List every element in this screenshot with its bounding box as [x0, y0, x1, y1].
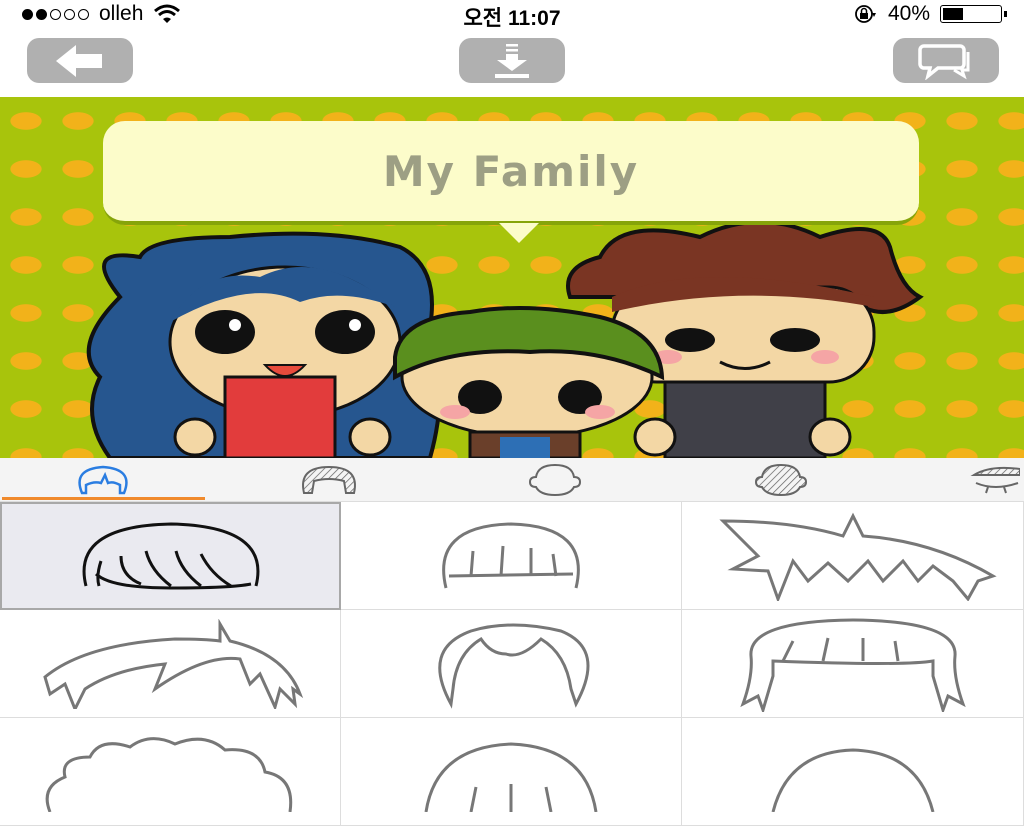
back-hair-icon — [301, 465, 356, 494]
status-bar: olleh 오전 11:07 40% — [0, 0, 1024, 30]
battery-percent: 40% — [887, 2, 930, 25]
tab-eyes[interactable] — [904, 458, 1024, 502]
hair-color-icon — [754, 463, 807, 497]
rotation-lock-icon — [855, 5, 876, 23]
hair-side-swept-icon — [43, 618, 304, 709]
character-mother — [86, 231, 442, 458]
speech-bubble-tail — [499, 223, 539, 243]
download-button[interactable] — [459, 38, 565, 83]
tab-face-shape[interactable] — [452, 458, 657, 502]
battery-icon — [940, 5, 1007, 23]
hair-option-side-swept[interactable] — [0, 610, 341, 718]
hair-option-round-bangs[interactable] — [341, 718, 682, 826]
share-button[interactable] — [893, 38, 999, 83]
tab-front-hair[interactable] — [0, 458, 205, 502]
tab-back-hair[interactable] — [226, 458, 431, 502]
eyes-icon — [970, 466, 1020, 494]
speech-bubble-text: My Family — [382, 146, 640, 196]
status-right: 40% — [852, 2, 1007, 26]
hair-curly-icon — [45, 736, 293, 812]
front-hair-icon — [77, 465, 128, 495]
hair-option-straight-bangs[interactable] — [341, 502, 682, 610]
download-icon — [495, 43, 529, 78]
back-button[interactable] — [27, 38, 133, 83]
battery-fill — [943, 8, 963, 20]
hair-center-part-icon — [438, 623, 590, 709]
category-tabs — [0, 458, 1024, 502]
hair-option-spiky[interactable] — [682, 502, 1024, 610]
top-toolbar — [0, 28, 1024, 97]
arrow-left-icon — [56, 44, 102, 77]
hair-long-bangs-icon — [739, 617, 966, 712]
hair-round-bangs-icon — [424, 741, 598, 812]
hair-options-grid — [0, 502, 1024, 826]
speech-bubble[interactable]: My Family — [103, 121, 919, 243]
hair-spiky-icon — [718, 512, 997, 601]
hair-option-long-bangs[interactable] — [682, 610, 1024, 718]
face-shape-icon — [528, 463, 581, 497]
hair-option-bowl-cut[interactable] — [0, 502, 341, 610]
hair-bowl-cut-icon — [82, 522, 259, 590]
chat-bubbles-icon — [918, 43, 970, 80]
tab-hair-color[interactable] — [678, 458, 883, 502]
hair-option-curly[interactable] — [0, 718, 341, 826]
hair-straight-bangs-icon — [442, 521, 580, 588]
hair-option-rounded[interactable] — [682, 718, 1024, 826]
hair-rounded-icon — [771, 747, 934, 812]
character-canvas: My Family — [0, 97, 1024, 458]
hair-option-center-part[interactable] — [341, 610, 682, 718]
